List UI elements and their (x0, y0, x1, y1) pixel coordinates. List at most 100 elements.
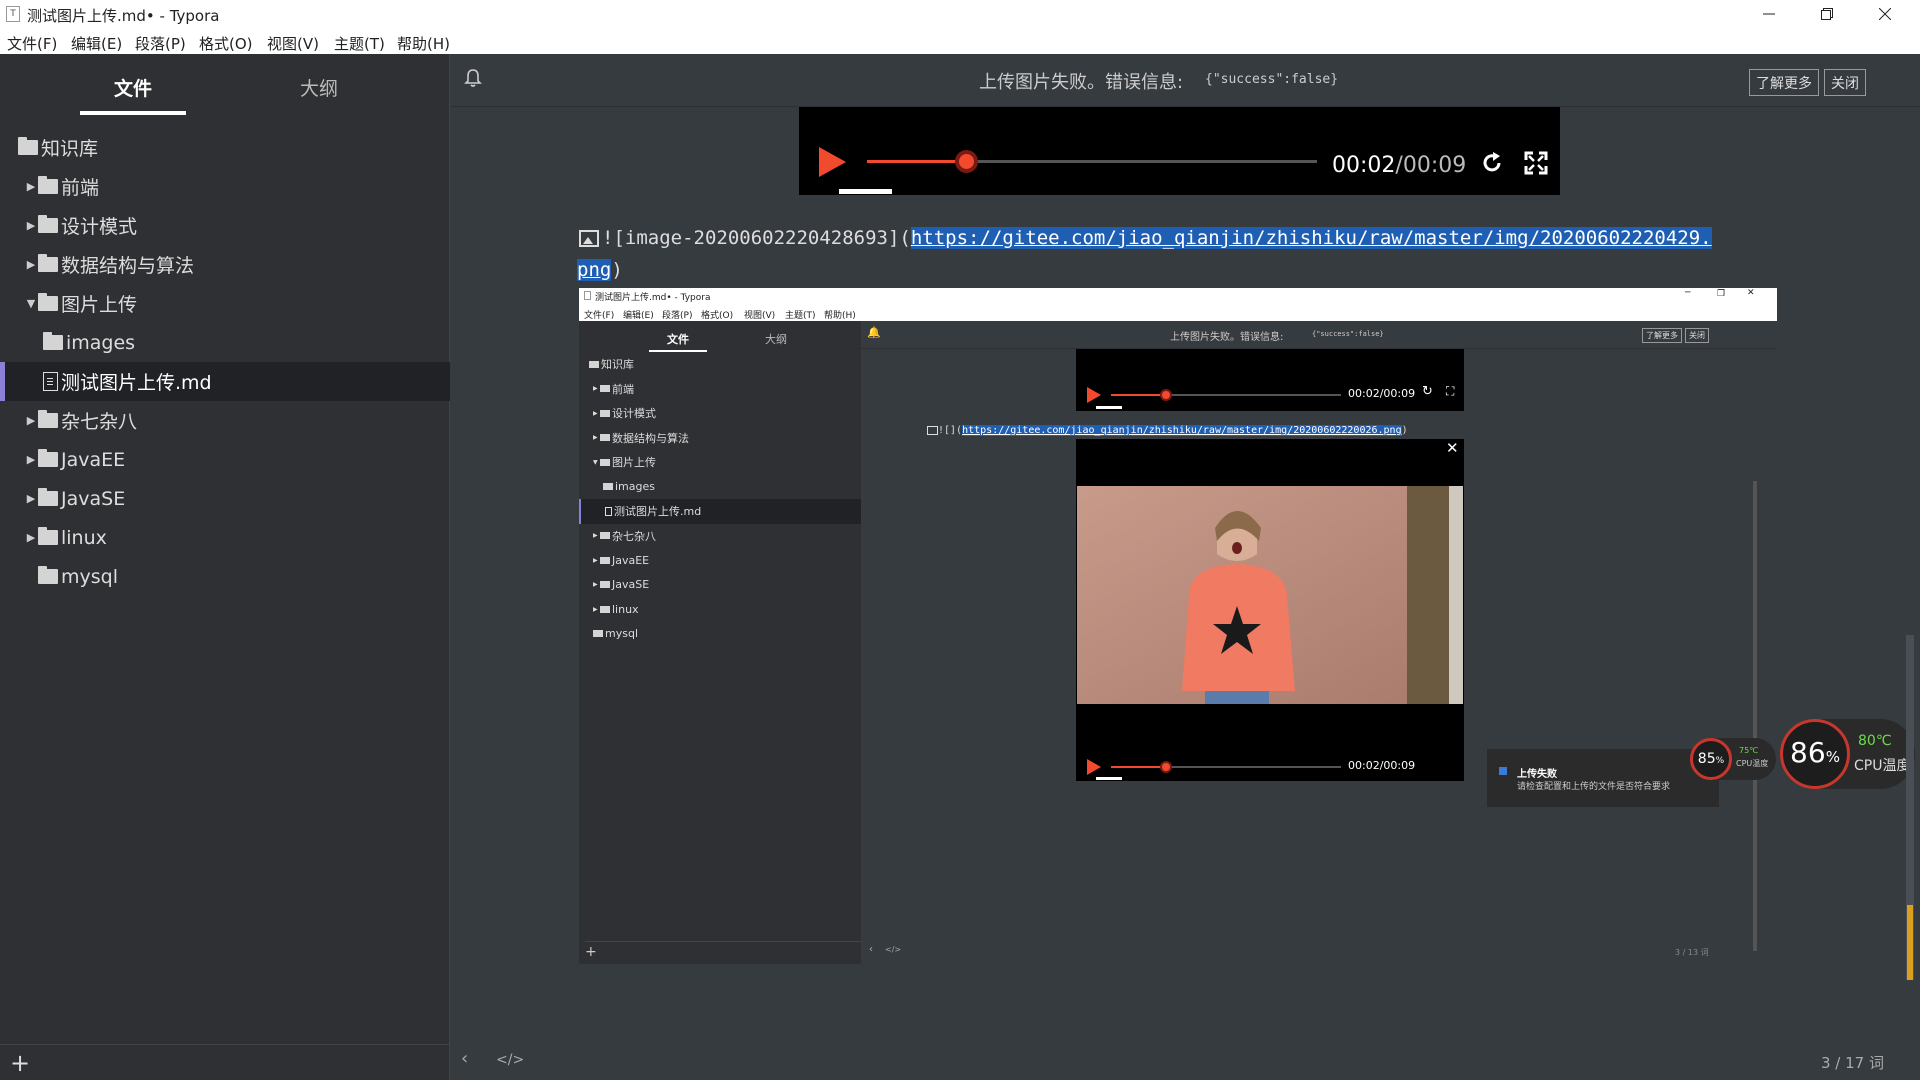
video-progress-knob[interactable] (955, 150, 978, 173)
video-player[interactable]: 00:02/00:09 (799, 107, 1560, 195)
video-progress-fill (867, 160, 966, 163)
close-window-button[interactable] (1856, 0, 1914, 28)
menu-view[interactable]: 视图(V) (267, 33, 319, 54)
chevron-left-icon[interactable]: ‹ (461, 1048, 468, 1069)
folder-icon (38, 410, 58, 428)
caret-right-icon[interactable]: ▶ (24, 258, 38, 271)
screenshot-play-icon (1087, 387, 1101, 403)
screenshot-word-count: 3 / 13 词 (1675, 948, 1709, 957)
editor-footer: ‹ </> 3 / 17 词 (451, 1044, 1920, 1080)
window-title: 测试图片上传.md• - Typora (27, 7, 220, 25)
screenshot-tree-item: ▼ 图片上传 (593, 456, 656, 470)
restore-icon (1821, 8, 1833, 20)
caret-right-icon[interactable]: ▶ (24, 453, 38, 466)
sidebar-item-label: images (66, 331, 136, 354)
folder-icon (38, 254, 58, 272)
folder-icon (38, 488, 58, 506)
caret-right-icon[interactable]: ▶ (24, 414, 38, 427)
screenshot-video-time: 00:02/00:09 (1348, 387, 1416, 400)
bell-icon[interactable] (462, 67, 484, 89)
sidebar-item-label: JavaSE (61, 487, 126, 510)
screenshot-tree-item: ▶ 数据结构与算法 (593, 431, 689, 445)
image-url[interactable]: https://gitee.com/jiao_qianjin/zhishiku/… (910, 227, 1712, 249)
cpu-usage-gauge-small: 85% (1690, 738, 1732, 780)
screenshot-menu-help: 帮助(H) (824, 311, 856, 321)
sidebar-item-label: 设计模式 (61, 216, 138, 238)
menu-format[interactable]: 格式(O) (199, 33, 253, 54)
screenshot-menu-view: 视图(V) (744, 311, 776, 321)
screenshot-fullscreen-icon: ⛶ (1446, 384, 1455, 398)
sidebar-item-4[interactable]: ▼ 图片上传 (0, 284, 450, 323)
minimize-icon (1763, 13, 1775, 15)
sidebar-item-label: 图片上传 (61, 294, 138, 316)
cpu-widget-large[interactable]: 86% 80℃ CPU温度 (1780, 719, 1915, 789)
screenshot-photo-video-time: 00:02/00:09 (1348, 759, 1416, 772)
sidebar-item-5[interactable]: images (0, 323, 450, 362)
sidebar-item-1[interactable]: ▶ 前端 (0, 167, 450, 206)
menu-help[interactable]: 帮助(H) (397, 33, 450, 54)
screenshot-tree-item: 知识库 (579, 352, 861, 377)
close-notification-button[interactable]: 关闭 (1824, 69, 1866, 96)
screenshot-tree-item: ▶ 前端 (593, 382, 634, 396)
notification-bar: 上传图片失败。错误信息: {"success":false} 了解更多 关闭 (451, 54, 1920, 107)
caret-right-icon[interactable]: ▶ (24, 180, 38, 193)
add-icon[interactable]: + (10, 1049, 30, 1077)
screenshot-video-player: 00:02/00:09 ↻ ⛶ (1076, 349, 1464, 411)
caret-down-icon[interactable]: ▼ (24, 297, 38, 310)
sidebar-item-0[interactable]: 知识库 (0, 128, 450, 167)
screenshot-minimize-icon: ─ (1685, 288, 1691, 298)
tab-outline[interactable]: 大纲 (300, 74, 338, 101)
screenshot-menu-paragraph: 段落(P) (662, 311, 693, 321)
video-time: 00:02/00:09 (1332, 153, 1467, 178)
menu-theme[interactable]: 主题(T) (334, 33, 385, 54)
sidebar-item-10[interactable]: ▶ linux (0, 518, 450, 557)
caret-right-icon[interactable]: ▶ (24, 219, 38, 232)
screenshot-editor: 🔔 上传图片失败。错误信息: {"success":false} 了解更多 关闭… (861, 321, 1777, 964)
toast-body: 请检查配置和上传的文件是否符合要求 (1517, 782, 1671, 792)
markdown-image-line-wrap[interactable]: png) (577, 259, 623, 281)
sidebar-item-3[interactable]: ▶ 数据结构与算法 (0, 245, 450, 284)
sidebar-footer: + (0, 1044, 450, 1080)
play-icon[interactable] (816, 147, 846, 177)
cpu-widget-small[interactable]: 85% 75℃ CPU温度 (1690, 738, 1776, 780)
menu-edit[interactable]: 编辑(E) (71, 33, 122, 54)
folder-icon (38, 176, 58, 194)
folder-icon (38, 527, 58, 545)
sidebar-item-8[interactable]: ▶ JavaEE (0, 440, 450, 479)
screenshot-menu-theme: 主题(T) (785, 311, 816, 321)
editor-scrollbar-thumb[interactable] (1907, 905, 1913, 980)
fullscreen-icon[interactable] (1524, 151, 1548, 175)
sidebar-item-label: 测试图片上传.md (61, 372, 212, 394)
video-progress-track[interactable] (867, 150, 1317, 173)
sidebar-item-label: 杂七杂八 (61, 411, 138, 433)
caret-right-icon[interactable]: ▶ (24, 531, 38, 544)
caret-right-icon[interactable]: ▶ (24, 492, 38, 505)
folder-icon (38, 215, 58, 233)
sidebar-item-6[interactable]: 测试图片上传.md (0, 362, 450, 401)
screenshot-menu-edit: 编辑(E) (623, 311, 654, 321)
sidebar-item-9[interactable]: ▶ JavaSE (0, 479, 450, 518)
minimize-button[interactable] (1740, 0, 1798, 28)
screenshot-tree-item: images (579, 475, 861, 500)
markdown-image-line[interactable]: ![image-20200602220428693](https://gitee… (579, 227, 1712, 249)
screenshot-tree-item: ▶ 设计模式 (593, 407, 656, 421)
source-code-icon[interactable]: </> (496, 1052, 524, 1068)
sidebar: 文件 大纲 知识库 ▶ 前端 ▶ 设计模式 ▶ 数据结构与算法 ▼ 图片上传 images 测试图片… (0, 54, 450, 1080)
sidebar-item-11[interactable]: mysql (0, 557, 450, 596)
sidebar-item-label: JavaEE (61, 448, 126, 471)
menu-file[interactable]: 文件(F) (7, 33, 57, 54)
word-count[interactable]: 3 / 17 词 (1821, 1052, 1884, 1073)
file-icon (43, 372, 58, 391)
sidebar-item-label: mysql (61, 565, 118, 588)
screenshot-menu-format: 格式(O) (701, 311, 734, 321)
restore-button[interactable] (1798, 0, 1856, 28)
tab-files[interactable]: 文件 (80, 74, 186, 115)
screenshot-replay-icon: ↻ (1422, 384, 1433, 399)
sidebar-item-2[interactable]: ▶ 设计模式 (0, 206, 450, 245)
sidebar-item-7[interactable]: ▶ 杂七杂八 (0, 401, 450, 440)
screenshot-close-icon: ✕ (1747, 288, 1755, 298)
learn-more-button[interactable]: 了解更多 (1749, 69, 1819, 96)
menu-paragraph[interactable]: 段落(P) (135, 33, 186, 54)
folder-icon (38, 566, 58, 584)
replay-icon[interactable] (1480, 151, 1504, 175)
